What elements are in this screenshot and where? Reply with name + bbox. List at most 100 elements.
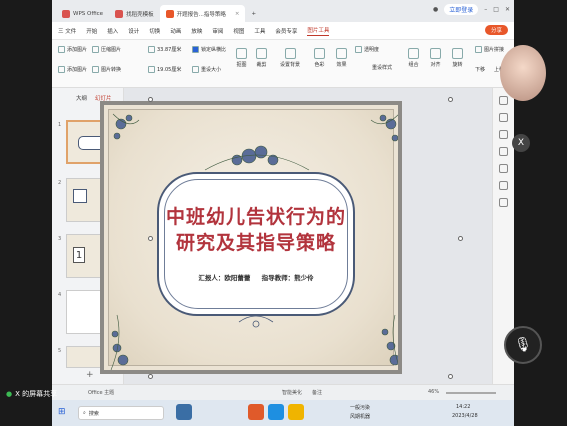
close-overlay-button[interactable]: X xyxy=(512,134,530,152)
convert-icon xyxy=(92,66,99,73)
toolbar-icon-3[interactable] xyxy=(499,130,508,139)
weather-text-2: 风期机器 xyxy=(350,414,371,420)
thumb-number-box: 1 xyxy=(73,247,85,263)
group-button[interactable]: 组合 xyxy=(408,48,419,68)
zoom-level[interactable]: 46% xyxy=(428,389,439,395)
minimize-icon[interactable]: – xyxy=(484,6,487,13)
tab-templates[interactable]: 找稻壳模板 xyxy=(109,5,160,22)
menu-transition[interactable]: 切换 xyxy=(149,27,160,35)
titlebar-right: ● 立即登录 – □ ✕ xyxy=(433,4,510,15)
resize-handle[interactable] xyxy=(148,236,153,241)
taskbar-search[interactable]: ⌕ 搜索 xyxy=(78,406,164,420)
rotate-button[interactable]: 旋转 xyxy=(452,48,463,68)
height-field[interactable]: 19.05厘米 xyxy=(148,66,181,73)
screen-share-indicator: ● X 的屏幕共享 xyxy=(6,390,58,398)
wps-taskbar-icon[interactable] xyxy=(248,404,264,420)
clock-time: 14:22 xyxy=(456,404,471,410)
lock-ratio-checkbox[interactable]: 锁定纵横比 xyxy=(192,46,226,53)
windows-icon[interactable]: ⊞ xyxy=(58,407,66,417)
set-background-button[interactable]: 设置背景 xyxy=(280,48,300,68)
align-button[interactable]: 对齐 xyxy=(430,48,441,68)
add-image-button[interactable]: 添加图片 xyxy=(58,46,87,53)
image-merge-button[interactable]: 图片拼接 xyxy=(475,46,504,53)
slide-number: 5 xyxy=(58,348,62,354)
current-slide[interactable]: 中班幼儿告状行为的 研究及其指导策略 汇报人：欧阳蕾蕾 指导教师：熊少伶 xyxy=(100,101,402,374)
menu-design[interactable]: 设计 xyxy=(128,27,139,35)
cutout-button[interactable]: 抠图 xyxy=(236,48,247,68)
panel-tabs: 大纲 幻灯片 xyxy=(52,88,123,102)
toolbar-icon-7[interactable] xyxy=(499,198,508,207)
weather-text: 一般污染 xyxy=(350,405,371,411)
menu-member[interactable]: 会员专享 xyxy=(275,27,297,35)
notes-button[interactable]: 备注 xyxy=(312,389,322,396)
add-slide-icon[interactable]: + xyxy=(86,370,94,380)
crop-button[interactable]: 裁剪 xyxy=(256,48,267,68)
slide-title[interactable]: 中班幼儿告状行为的 研究及其指导策略 xyxy=(159,204,353,256)
user-icon[interactable]: ● xyxy=(433,6,438,13)
task-app-3[interactable] xyxy=(288,404,304,420)
task-app-1[interactable] xyxy=(176,404,192,420)
microphone-button[interactable]: 🎙 xyxy=(504,326,542,364)
checkbox-icon xyxy=(192,46,199,53)
zoom-slider[interactable] xyxy=(446,392,496,394)
width-icon xyxy=(148,46,155,53)
tab-wps-office[interactable]: WPS Office xyxy=(56,5,109,22)
corner-flowers-bottom-left xyxy=(110,314,129,370)
menu-tools[interactable]: 工具 xyxy=(254,27,265,35)
resize-handle[interactable] xyxy=(448,374,453,379)
toolbar-icon-2[interactable] xyxy=(499,113,508,122)
tab-label: 开题报告...指导策略 xyxy=(176,11,226,18)
close-tab-icon[interactable]: × xyxy=(235,11,240,17)
toolbar-icon-5[interactable] xyxy=(499,164,508,173)
tab-bar: WPS Office 找稻壳模板 开题报告...指导策略 × + ● 立即登录 … xyxy=(52,0,514,22)
toolbar-icon-6[interactable] xyxy=(499,181,508,190)
corner-flowers-bottom-right xyxy=(381,314,398,366)
rotate-handle[interactable] xyxy=(458,236,463,241)
effect-button[interactable]: 效果 xyxy=(336,48,347,68)
width-field[interactable]: 33.87厘米 xyxy=(148,46,181,53)
resize-handle[interactable] xyxy=(148,97,153,102)
menu-insert[interactable]: 插入 xyxy=(107,27,118,35)
new-tab-button[interactable]: + xyxy=(245,5,262,22)
slide-number: 3 xyxy=(58,236,62,242)
share-button[interactable]: 分享 xyxy=(484,25,508,35)
menu-review[interactable]: 审阅 xyxy=(212,27,223,35)
menu-animation[interactable]: 动画 xyxy=(170,27,181,35)
menu-file[interactable]: 三 文件 xyxy=(58,27,76,35)
image-icon xyxy=(58,46,65,53)
resize-handle[interactable] xyxy=(448,97,453,102)
convert-image-button[interactable]: 图片转换 xyxy=(92,66,121,73)
advisor-text: 指导教师：熊少伶 xyxy=(261,274,314,282)
smart-beautify-button[interactable]: 智能美化 xyxy=(282,389,302,396)
tab-document[interactable]: 开题报告...指导策略 × xyxy=(159,5,246,22)
color-button[interactable]: 色彩 xyxy=(314,48,325,68)
task-app-2[interactable] xyxy=(268,404,284,420)
resize-handle[interactable] xyxy=(148,374,153,379)
add-image-button-2[interactable]: 添加图片 xyxy=(58,66,87,73)
presenter-info: 汇报人：欧阳蕾蕾 指导教师：熊少伶 xyxy=(159,272,353,282)
reset-style-button[interactable]: 重设样式 xyxy=(372,64,392,71)
tab-outline[interactable]: 大纲 xyxy=(76,94,87,102)
move-down-button[interactable]: 下移 xyxy=(475,66,485,73)
menu-picture-tools[interactable]: 图片工具 xyxy=(307,26,330,36)
search-icon: ⌕ xyxy=(83,410,86,416)
webcam-avatar xyxy=(500,45,546,101)
maximize-icon[interactable]: □ xyxy=(493,6,499,13)
menu-view[interactable]: 视图 xyxy=(233,27,244,35)
corner-flowers-top-right xyxy=(370,114,398,142)
reset-size-button[interactable]: 重设大小 xyxy=(192,66,221,73)
tab-label: 找稻壳模板 xyxy=(126,11,154,18)
cutout-icon xyxy=(236,48,247,59)
clock-date: 2023/4/28 xyxy=(452,413,478,419)
close-icon[interactable]: ✕ xyxy=(505,6,510,13)
compress-image-button[interactable]: 压缩图片 xyxy=(92,46,121,53)
login-button[interactable]: 立即登录 xyxy=(444,4,479,15)
toolbar-icon-4[interactable] xyxy=(499,147,508,156)
toolbar-icon-1[interactable] xyxy=(499,96,508,105)
menu-slideshow[interactable]: 放映 xyxy=(191,27,202,35)
reset-icon xyxy=(192,66,199,73)
tab-label: WPS Office xyxy=(73,10,104,17)
transparency-button[interactable]: 透明度 xyxy=(355,46,379,53)
mic-icon: ● xyxy=(6,390,13,398)
menu-home[interactable]: 开始 xyxy=(86,27,97,35)
